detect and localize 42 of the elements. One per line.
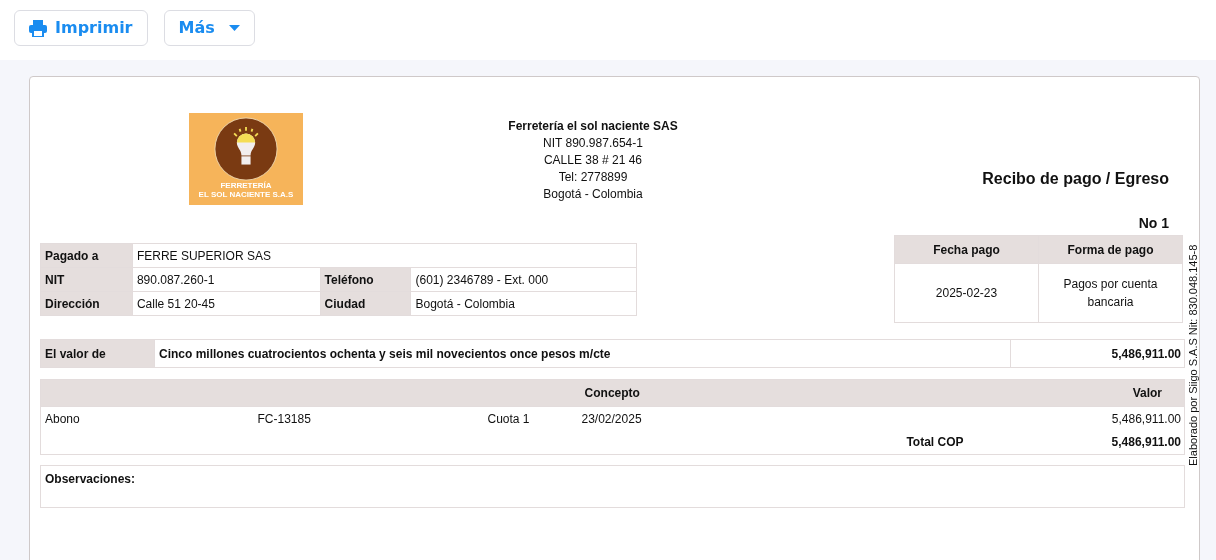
table-cell: Forma de pago	[1038, 235, 1183, 264]
table-cell: Total COP	[40, 430, 978, 455]
company-detail: Bogotá - Colombia	[542, 186, 644, 203]
print-button[interactable]: Imprimir	[14, 10, 148, 46]
table-cell: Teléfono	[320, 267, 411, 292]
company-detail: CALLE 38 # 21 46	[542, 152, 644, 169]
table-cell: Pagado a	[40, 243, 133, 268]
table-cell: 23/02/2025	[577, 406, 978, 431]
table-cell: Valor	[977, 379, 1185, 407]
observations-label: Observaciones:	[45, 471, 137, 488]
table-cell: 2025-02-23	[894, 263, 1039, 323]
logo-text: EL SOL NACIENTE S.A.S	[198, 190, 294, 199]
caret-icon	[228, 25, 240, 31]
company-name: Ferretería el sol naciente SAS	[507, 118, 679, 135]
table-cell: Ciudad	[320, 291, 411, 316]
document-number: No 1	[1137, 214, 1169, 233]
table-cell: El valor de	[40, 339, 155, 368]
table-cell: Abono	[40, 406, 254, 431]
table-cell: 5,486,911.00	[977, 406, 1185, 431]
more-button[interactable]: Más	[163, 10, 255, 46]
table-cell: 5,486,911.00	[977, 430, 1185, 455]
logo-text: FERRETERÍA	[220, 181, 272, 190]
table-cell: FERRE SUPERIOR SAS	[132, 243, 637, 268]
printer-icon	[29, 19, 47, 37]
table-cell: Bogotá - Colombia	[410, 291, 637, 316]
lightbulb-icon	[214, 117, 278, 181]
table-cell: Cuota 1	[483, 406, 578, 431]
table-cell: Cinco millones cuatrocientos ochenta y seis mil novecientos once pesos m/cte	[154, 339, 1011, 368]
table-cell: 5,486,911.00	[1010, 339, 1185, 368]
table-cell: FC-13185	[253, 406, 484, 431]
table-cell: Dirección	[40, 291, 133, 316]
table-cell: NIT	[40, 267, 133, 292]
table-cell: Pagos por cuenta bancaria	[1038, 263, 1183, 323]
table-cell: 890.087.260-1	[132, 267, 321, 292]
side-note: Elaborado por Siigo S.A.S Nit: 830.048.145-8	[1187, 244, 1200, 466]
table-cell: Concepto	[40, 379, 978, 407]
table-cell: Calle 51 20-45	[132, 291, 321, 316]
table-cell: (601) 2346789 - Ext. 000	[410, 267, 637, 292]
company-detail: NIT 890.987.654-1	[542, 135, 644, 152]
company-detail: Tel: 2778899	[557, 169, 629, 186]
table-cell: Fecha pago	[894, 235, 1039, 264]
document-title: Recibo de pago / Egreso	[981, 169, 1169, 189]
